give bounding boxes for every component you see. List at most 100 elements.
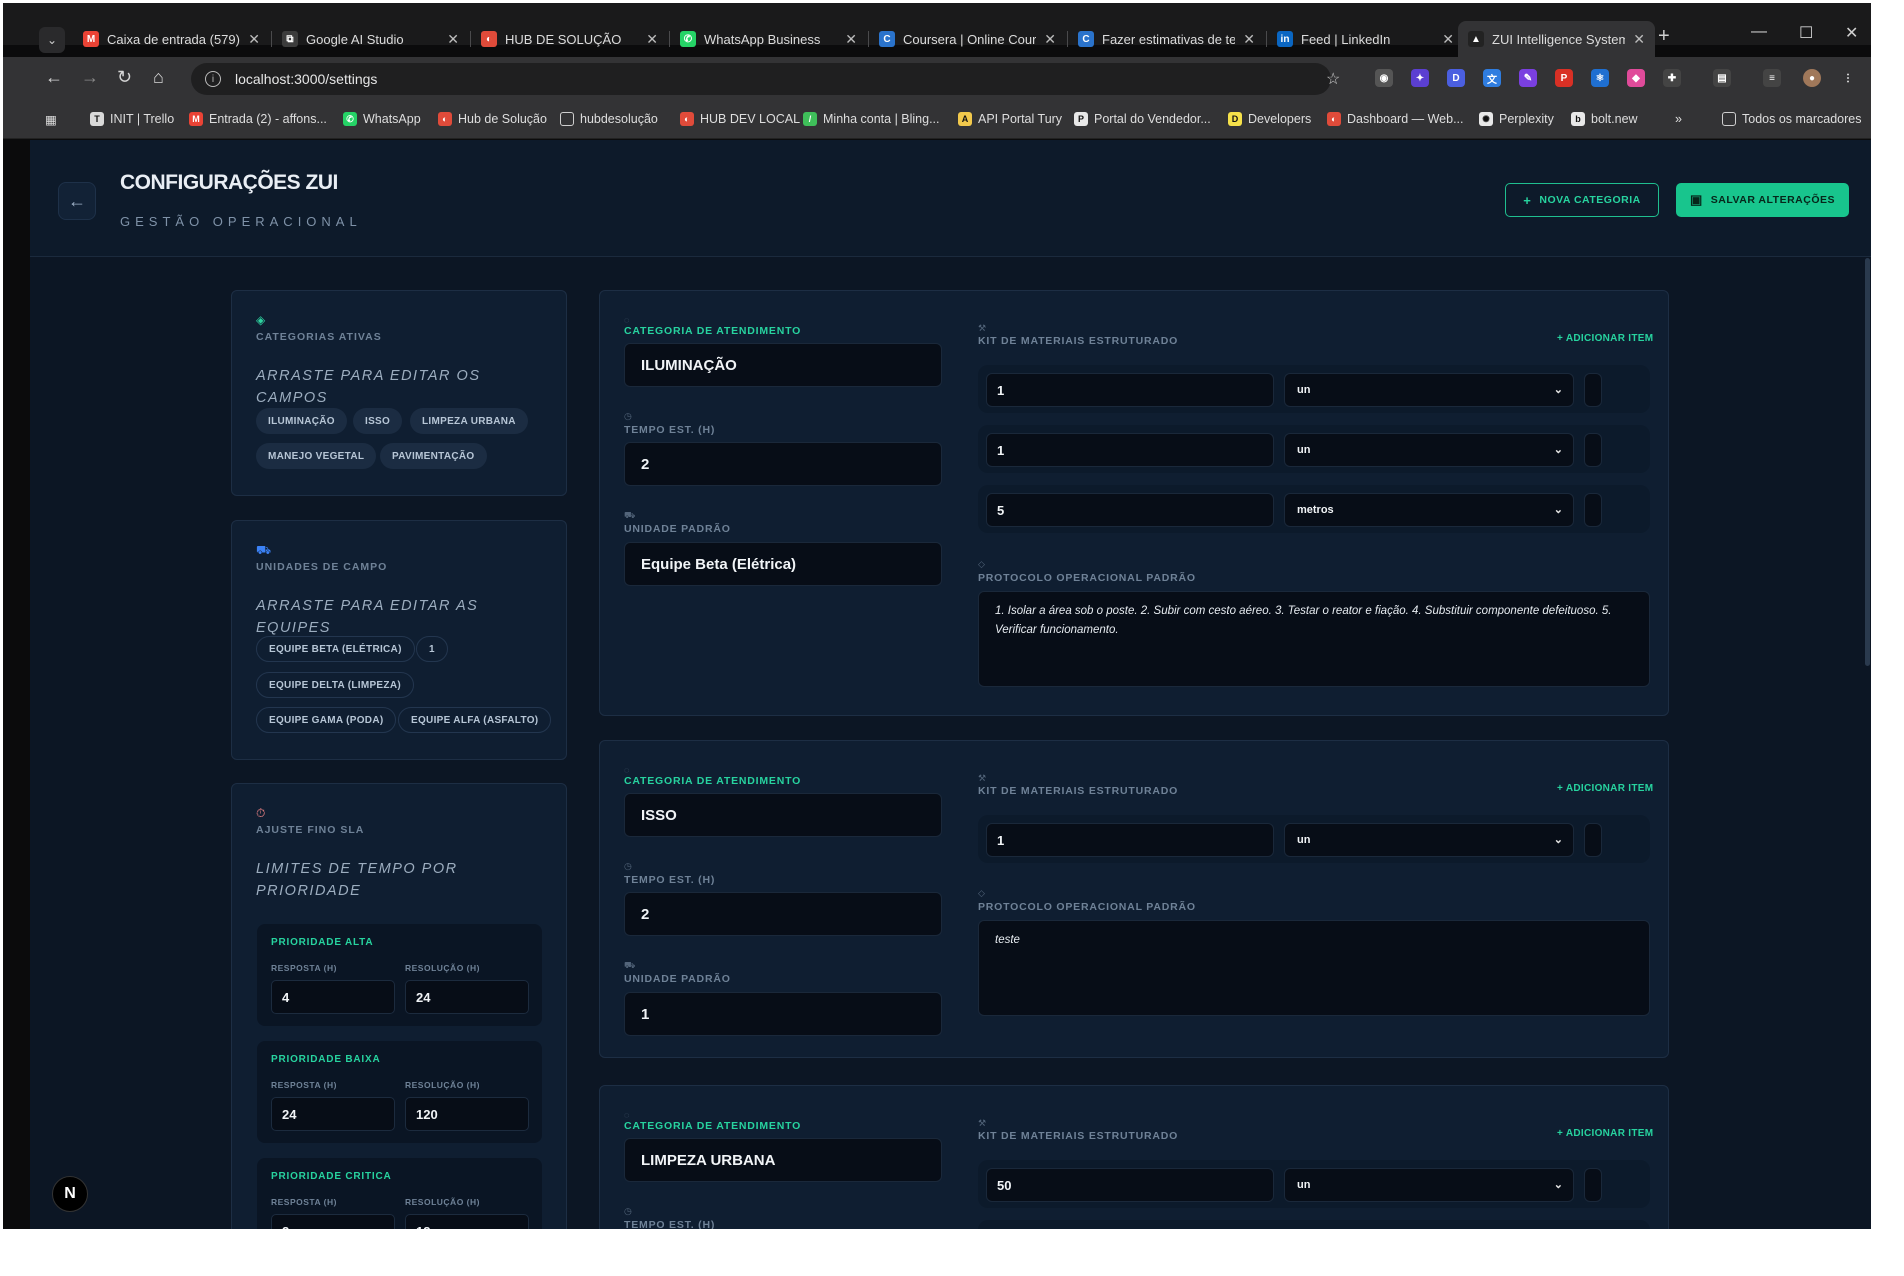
bookmark-item[interactable]: / Minha conta | Bling... [803,112,940,126]
kit-unit-select[interactable]: un ⌄ [1284,373,1574,407]
add-item-button[interactable]: + ADICIONAR ITEM [1557,1128,1653,1139]
category-chip[interactable]: MANEJO VEGETAL [256,443,377,469]
bookmark-star-icon[interactable]: ☆ [1326,69,1340,89]
kit-remove-button[interactable] [1584,1168,1602,1202]
sla-resolution-input[interactable]: 12 [405,1214,529,1229]
close-icon[interactable]: ✕ [248,31,260,48]
bookmark-item[interactable]: b bolt.new [1571,112,1638,126]
category-name-input[interactable]: LIMPEZA URBANA [624,1138,942,1182]
kit-unit-select[interactable]: un ⌄ [1284,1168,1574,1202]
translate-extension-icon[interactable]: 文 [1483,69,1501,87]
browser-tab[interactable]: M Caixa de entrada (579) - ✕ [73,21,270,57]
minimize-button[interactable]: — [1751,23,1767,41]
category-chip[interactable]: LIMPEZA URBANA [410,408,528,434]
close-icon[interactable]: ✕ [1044,31,1056,48]
browser-tab-active[interactable]: ▲ ZUI Intelligence System ✕ [1458,21,1655,57]
browser-tab[interactable]: ◐ HUB DE SOLUÇÃO ✕ [471,21,668,57]
kit-remove-button[interactable] [1584,433,1602,467]
bookmark-item[interactable]: ◐ HUB DEV LOCAL [680,112,800,126]
add-item-button[interactable]: + ADICIONAR ITEM [1557,333,1653,344]
side-panel-icon[interactable]: ▤ [1713,69,1731,87]
media-icon[interactable]: ≡ [1763,69,1781,87]
tab-search-button[interactable]: ⌄ [39,27,65,53]
category-chip[interactable]: ISSO [353,408,403,434]
kit-quantity-input[interactable]: 50 [986,1168,1274,1202]
kit-quantity-input[interactable]: 1 [986,373,1274,407]
color-extension-icon[interactable]: ◆ [1627,69,1645,87]
close-icon[interactable]: ✕ [1243,31,1255,48]
category-name-input[interactable]: ISSO [624,793,942,837]
unit-chip[interactable]: EQUIPE GAMA (PODA) [256,707,397,733]
all-bookmarks-folder[interactable]: Todos os marcadores [1722,112,1862,126]
kit-remove-button[interactable] [1584,373,1602,407]
default-unit-input[interactable]: 1 [624,992,942,1036]
add-item-button[interactable]: + ADICIONAR ITEM [1557,783,1653,794]
forward-nav-button[interactable]: → [81,67,99,88]
sla-resolution-input[interactable]: 120 [405,1097,529,1131]
more-bookmarks-icon[interactable]: » [1675,112,1682,126]
unit-chip[interactable]: EQUIPE ALFA (ASFALTO) [398,707,552,733]
category-chip[interactable]: PAVIMENTAÇÃO [380,443,487,469]
protocol-textarea[interactable]: teste [978,920,1650,1016]
site-info-icon[interactable]: i [205,71,221,87]
bookmark-item[interactable]: ✆ WhatsApp [343,112,421,126]
bookmark-item[interactable]: hubdesolução [560,112,658,126]
kit-quantity-input[interactable]: 1 [986,823,1274,857]
close-window-button[interactable]: ✕ [1845,23,1858,43]
back-button[interactable]: ← [58,182,96,220]
bookmark-item[interactable]: A API Portal Tury [958,112,1062,126]
kit-remove-button[interactable] [1584,493,1602,527]
unit-chip[interactable]: 1 [416,636,448,662]
sla-response-input[interactable]: 4 [271,980,395,1014]
home-button[interactable]: ⌂ [153,67,164,88]
category-name-input[interactable]: ILUMINAÇÃO [624,343,942,387]
sla-response-input[interactable]: 24 [271,1097,395,1131]
new-tab-button[interactable]: + [1658,25,1670,48]
browser-tab[interactable]: in Feed | LinkedIn ✕ [1267,21,1464,57]
browser-tab[interactable]: ✆ WhatsApp Business ✕ [670,21,867,57]
camera-extension-icon[interactable]: ◉ [1375,69,1393,87]
new-category-button[interactable]: + NOVA CATEGORIA [1505,183,1659,217]
nextjs-dev-badge[interactable]: N [52,1176,88,1212]
avatar[interactable]: ● [1803,69,1821,87]
d-extension-icon[interactable]: D [1447,69,1465,87]
time-estimate-input[interactable]: 2 [624,892,942,936]
browser-tab[interactable]: C Fazer estimativas de ter ✕ [1068,21,1265,57]
kit-unit-select[interactable]: un ⌄ [1284,433,1574,467]
close-icon[interactable]: ✕ [1442,31,1454,48]
bookmark-item[interactable]: ◐ Dashboard — Web... [1327,112,1464,126]
bookmark-item[interactable]: M Entrada (2) - affons... [189,112,327,126]
close-icon[interactable]: ✕ [845,31,857,48]
puzzle-icon[interactable]: ✚ [1663,69,1681,87]
time-estimate-input[interactable]: 2 [624,442,942,486]
react-extension-icon[interactable]: ⚛ [1591,69,1609,87]
maximize-button[interactable]: ☐ [1799,23,1813,43]
pdf-extension-icon[interactable]: P [1555,69,1573,87]
browser-tab[interactable]: C Coursera | Online Cours ✕ [869,21,1066,57]
browser-tab[interactable]: ⧉ Google AI Studio ✕ [272,21,469,57]
apps-grid-icon[interactable]: ▦ [45,112,57,127]
close-icon[interactable]: ✕ [447,31,459,48]
address-bar[interactable]: i localhost:3000/settings [191,63,1331,95]
category-chip[interactable]: ILUMINAÇÃO [256,408,347,434]
close-icon[interactable]: ✕ [646,31,658,48]
kit-remove-button[interactable] [1584,823,1602,857]
save-changes-button[interactable]: ▣ SALVAR ALTERAÇÕES [1676,183,1849,217]
bookmark-item[interactable]: ◐ Hub de Solução [438,112,547,126]
kit-quantity-input[interactable]: 1 [986,433,1274,467]
back-nav-button[interactable]: ← [45,67,63,88]
protocol-textarea[interactable]: 1. Isolar a área sob o poste. 2. Subir c… [978,591,1650,687]
kit-quantity-input[interactable]: 5 [986,493,1274,527]
sla-response-input[interactable]: 2 [271,1214,395,1229]
scrollbar[interactable] [1865,258,1870,666]
extension-icon[interactable]: ✦ [1411,69,1429,87]
bookmark-item[interactable]: D Developers [1228,112,1311,126]
pen-extension-icon[interactable]: ✎ [1519,69,1537,87]
more-menu-icon[interactable]: ⋮ [1839,69,1857,87]
kit-unit-select[interactable]: metros ⌄ [1284,493,1574,527]
unit-chip[interactable]: EQUIPE BETA (ELÉTRICA) [256,636,415,662]
kit-unit-select[interactable]: un ⌄ [1284,823,1574,857]
bookmark-item[interactable]: T INIT | Trello [90,112,174,126]
close-icon[interactable]: ✕ [1633,31,1645,48]
reload-button[interactable]: ↻ [117,67,132,88]
